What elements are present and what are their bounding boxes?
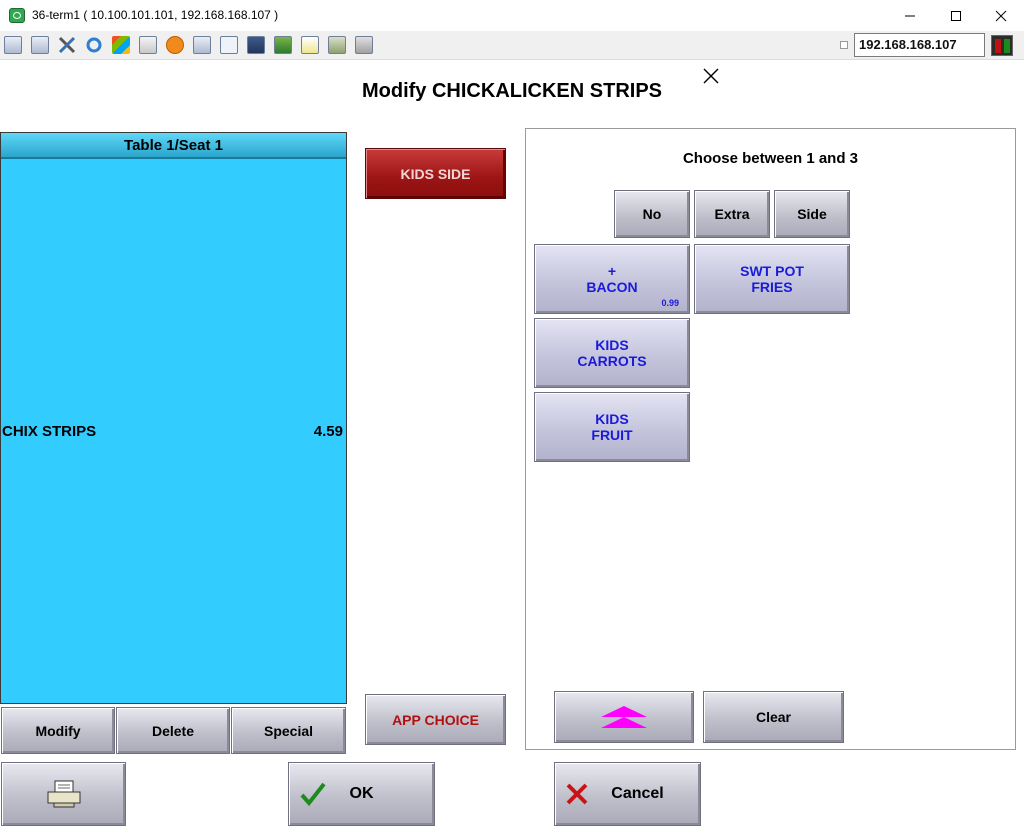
tools-icon[interactable]: [58, 36, 76, 54]
modifier-kids-fruit-button[interactable]: KIDS FRUIT: [534, 392, 690, 462]
monitor-icon[interactable]: [4, 36, 22, 54]
delete-button[interactable]: Delete: [116, 707, 230, 754]
cancel-label: Cancel: [611, 785, 664, 802]
dialog-title: Modify CHICKALICKEN STRIPS: [362, 80, 662, 102]
ip-checkbox[interactable]: [840, 41, 848, 49]
modifier-label-line1: KIDS: [595, 411, 629, 427]
modifier-swt-pot-fries-button[interactable]: SWT POT FRIES: [694, 244, 850, 314]
modifier-kids-carrots-button[interactable]: KIDS CARROTS: [534, 318, 690, 388]
flag-icon[interactable]: [112, 36, 130, 54]
modifier-label-line2: BACON: [586, 279, 638, 295]
status-indicator: [991, 35, 1013, 56]
modifier-label-line2: FRUIT: [591, 427, 633, 443]
fullscreen-icon[interactable]: [220, 36, 238, 54]
option-no-button[interactable]: No: [614, 190, 690, 238]
cancel-button[interactable]: Cancel: [554, 762, 701, 826]
modifier-bacon-button[interactable]: + BACON 0.99: [534, 244, 690, 314]
ok-button[interactable]: OK: [288, 762, 435, 826]
modifier-price: 0.99: [661, 298, 679, 308]
order-panel: [0, 132, 347, 704]
special-button[interactable]: Special: [231, 707, 346, 754]
option-side-button[interactable]: Side: [774, 190, 850, 238]
clear-button[interactable]: Clear: [703, 691, 844, 743]
keyboard-icon[interactable]: [139, 36, 157, 54]
scroll-up-button[interactable]: [554, 691, 694, 743]
kids-side-button[interactable]: KIDS SIDE: [365, 148, 506, 199]
map-icon[interactable]: [328, 36, 346, 54]
order-item-price: 4.59: [313, 423, 343, 440]
window-title: 36-term1 ( 10.100.101.101, 192.168.168.1…: [32, 8, 279, 22]
maximize-icon: [951, 10, 961, 21]
close-button[interactable]: [978, 0, 1024, 31]
windows-icon[interactable]: [31, 36, 49, 54]
printer-icon: [47, 780, 80, 808]
chat-icon[interactable]: [355, 36, 373, 54]
app-choice-button[interactable]: APP CHOICE: [365, 694, 506, 745]
alert-icon[interactable]: [166, 36, 184, 54]
dialog-close-button[interactable]: [699, 64, 723, 88]
maximize-button[interactable]: [933, 0, 979, 31]
minimize-icon: [905, 15, 915, 16]
ip-address-field[interactable]: 192.168.168.107: [854, 33, 985, 57]
modifier-label-line2: FRIES: [751, 279, 793, 295]
document-icon[interactable]: [301, 36, 319, 54]
x-icon: [566, 783, 588, 805]
modify-button[interactable]: Modify: [1, 707, 115, 754]
double-chevron-up-icon: [601, 706, 647, 728]
print-button[interactable]: [1, 762, 126, 826]
modifier-label-line1: +: [607, 263, 617, 279]
order-item-name[interactable]: CHIX STRIPS: [2, 423, 96, 440]
display-icon[interactable]: [247, 36, 265, 54]
download-icon[interactable]: [274, 36, 292, 54]
choice-instruction: Choose between 1 and 3: [682, 150, 859, 167]
ok-label: OK: [349, 785, 374, 802]
minimize-button[interactable]: [887, 0, 933, 31]
option-extra-button[interactable]: Extra: [694, 190, 770, 238]
modifier-label-line1: KIDS: [595, 337, 629, 353]
order-header: Table 1/Seat 1: [1, 133, 346, 159]
close-icon: [995, 10, 1007, 21]
app-icon: [9, 8, 25, 23]
modifier-label-line1: SWT POT: [740, 263, 804, 279]
modifier-label-line2: CARROTS: [577, 353, 647, 369]
network-icon[interactable]: [193, 36, 211, 54]
close-icon: [703, 68, 719, 84]
refresh-icon[interactable]: [85, 36, 103, 54]
checkmark-icon: [300, 782, 326, 807]
